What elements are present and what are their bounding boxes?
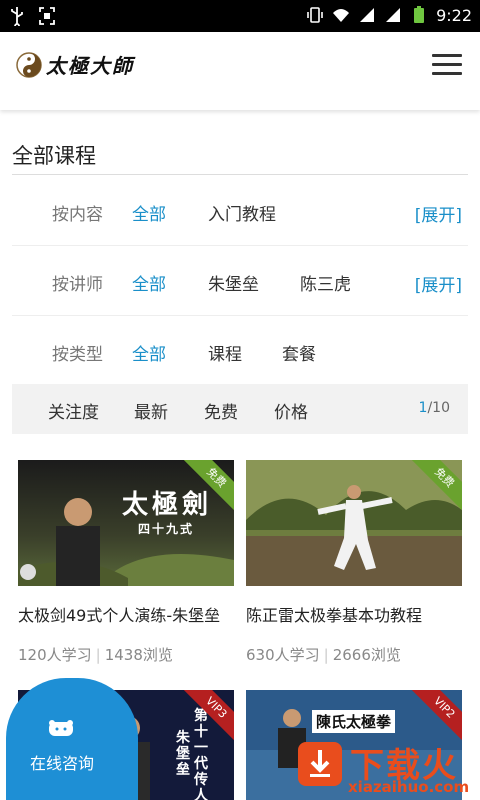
watermark-url: xiazaihuo.com xyxy=(348,778,470,796)
filter-row-content: 按内容 全部 入门教程 [展开] xyxy=(12,176,468,246)
course-image xyxy=(18,460,234,586)
course-card[interactable]: 太極劍 四十九式 免费 太极剑49式个人演练-朱堡垒 120人学习 | 1438浏览 xyxy=(18,460,234,664)
app-logo[interactable]: 太極大師 xyxy=(16,50,134,79)
learner-count: 120人学习 xyxy=(18,646,92,664)
status-bar: 9:22 xyxy=(0,0,480,32)
stat-divider: | xyxy=(95,646,101,664)
signal-2-icon xyxy=(386,8,401,22)
screenshot-icon xyxy=(39,7,55,25)
filter-label: 按类型 xyxy=(52,345,103,365)
app-bar: 太極大師 xyxy=(0,32,480,110)
divider xyxy=(12,174,468,175)
logo-text: 太極大師 xyxy=(46,54,134,78)
filter-row-type: 按类型 全部 课程 套餐 xyxy=(12,316,468,386)
expand-button[interactable]: [展开] xyxy=(415,271,462,296)
course-image xyxy=(246,460,462,586)
menu-button[interactable] xyxy=(432,54,462,78)
sort-price[interactable]: 价格 xyxy=(274,398,308,423)
course-card[interactable]: 免费 陈正雷太极拳基本功教程 630人学习 | 2666浏览 xyxy=(246,460,462,664)
chat-icon xyxy=(49,720,73,736)
filter-option[interactable]: 朱堡垒 xyxy=(208,270,259,295)
thumb-title: 陳氏太極拳 xyxy=(312,710,396,733)
filter-option[interactable]: 入门教程 xyxy=(208,200,276,225)
signal-1-icon xyxy=(360,8,375,22)
filter-label: 按内容 xyxy=(52,205,103,225)
learner-count: 630人学习 xyxy=(246,646,320,664)
watermark: 下载火 xiazaihuo.com xyxy=(284,736,480,800)
menu-icon-bar xyxy=(432,72,462,75)
filter-label: 按讲师 xyxy=(52,275,103,295)
stat-divider: | xyxy=(323,646,329,664)
filter-option[interactable]: 陈三虎 xyxy=(300,270,351,295)
page-total: 10 xyxy=(432,400,450,416)
view-count: 2666浏览 xyxy=(332,646,401,664)
filter-row-teacher: 按讲师 全部 朱堡垒 陈三虎 [展开] xyxy=(12,246,468,316)
course-thumbnail: 太極劍 四十九式 免费 xyxy=(18,460,234,586)
filter-option-all[interactable]: 全部 xyxy=(132,200,166,225)
online-consult-button[interactable]: 在线咨询 xyxy=(6,678,138,800)
vibrate-icon xyxy=(307,7,323,23)
view-count: 1438浏览 xyxy=(104,646,173,664)
thumb-subtitle: 朱堡垒 xyxy=(176,730,190,778)
filter-option[interactable]: 课程 xyxy=(208,340,242,365)
course-stats: 120人学习 | 1438浏览 xyxy=(18,644,173,665)
status-time: 9:22 xyxy=(436,5,472,25)
sort-free[interactable]: 免费 xyxy=(204,398,238,423)
download-icon xyxy=(298,742,342,786)
sort-popularity[interactable]: 关注度 xyxy=(48,398,99,423)
wifi-icon xyxy=(333,9,350,22)
filter-option-all[interactable]: 全部 xyxy=(132,340,166,365)
taiji-icon xyxy=(16,51,42,78)
page-indicator: 1/10 xyxy=(419,400,450,416)
sort-bar: 关注度 最新 免费 价格 1/10 xyxy=(12,384,468,434)
course-thumbnail: 免费 xyxy=(246,460,462,586)
expand-button[interactable]: [展开] xyxy=(415,201,462,226)
filter-option-all[interactable]: 全部 xyxy=(132,270,166,295)
thumb-subtitle: 四十九式 xyxy=(138,522,195,536)
sort-latest[interactable]: 最新 xyxy=(134,398,168,423)
course-title: 太极剑49式个人演练-朱堡垒 xyxy=(18,606,221,625)
battery-icon xyxy=(414,6,425,23)
thumb-title: 第十一代传人 xyxy=(194,708,208,800)
filter-option[interactable]: 套餐 xyxy=(282,340,316,365)
course-stats: 630人学习 | 2666浏览 xyxy=(246,644,401,665)
page-title: 全部课程 xyxy=(12,144,96,168)
course-title: 陈正雷太极拳基本功教程 xyxy=(246,606,423,625)
thumb-title: 太極劍 xyxy=(122,490,213,520)
menu-icon-bar xyxy=(432,54,462,57)
usb-icon xyxy=(11,7,23,26)
consult-label: 在线咨询 xyxy=(30,754,95,773)
menu-icon-bar xyxy=(432,63,462,66)
